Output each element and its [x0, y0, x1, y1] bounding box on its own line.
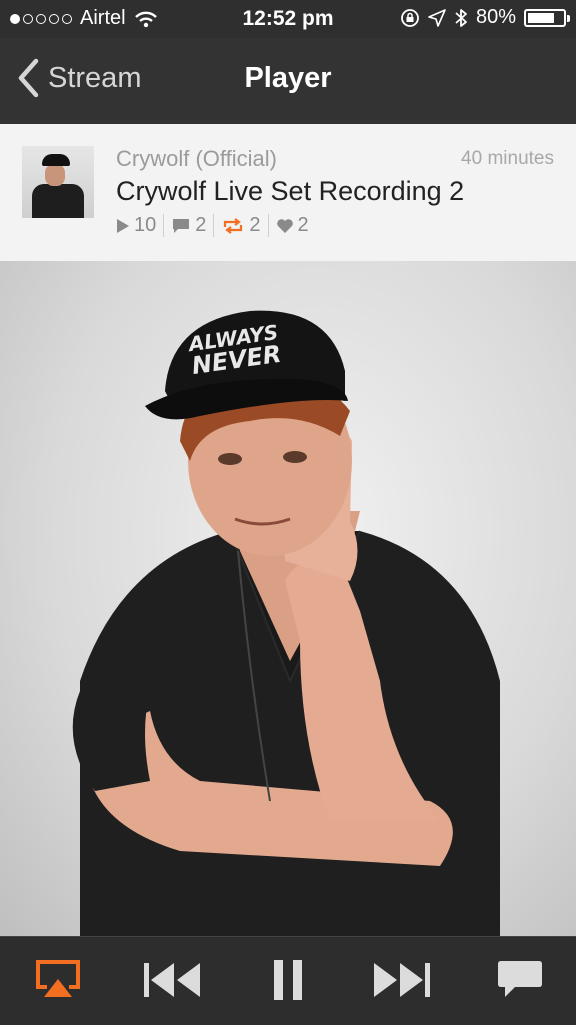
- navigation-bar: Stream Player: [0, 38, 576, 125]
- pause-icon: [274, 960, 302, 1000]
- next-track-icon: [374, 963, 430, 997]
- plays-count: 10: [134, 214, 157, 236]
- reposts-stat: 2: [214, 214, 269, 237]
- reposts-count: 2: [249, 214, 261, 236]
- status-bar: Airtel 12:52 pm 80%: [0, 0, 576, 38]
- comment-count-icon: [173, 218, 190, 233]
- plays-stat: 10: [116, 214, 165, 237]
- cap-logo: ALWAYS NEVER: [187, 320, 283, 380]
- location-arrow-icon: [428, 8, 446, 27]
- previous-track-icon: [144, 963, 200, 997]
- comments-stat: 2: [164, 214, 215, 237]
- track-header[interactable]: Crywolf (Official) 40 minutes Crywolf Li…: [0, 124, 576, 262]
- track-duration: 40 minutes: [461, 148, 554, 169]
- track-thumbnail[interactable]: [22, 146, 94, 218]
- previous-track-button[interactable]: [142, 953, 202, 1007]
- player-controls: [0, 936, 576, 1025]
- track-artist[interactable]: Crywolf (Official): [116, 146, 277, 172]
- status-right: 80%: [400, 6, 570, 29]
- heart-icon: [276, 218, 293, 233]
- track-stats: 10 2 2 2: [116, 214, 316, 237]
- likes-count: 2: [297, 214, 309, 236]
- pause-button[interactable]: [258, 953, 318, 1007]
- battery-percent: 80%: [475, 6, 516, 28]
- airplay-icon: [36, 960, 80, 997]
- comments-count: 2: [195, 214, 207, 236]
- bluetooth-icon: [455, 8, 467, 27]
- battery-icon: [524, 8, 570, 27]
- repost-icon: [224, 217, 243, 234]
- track-title: Crywolf Live Set Recording 2: [116, 176, 465, 206]
- artist-photo: [72, 310, 500, 936]
- comment-button[interactable]: [490, 953, 550, 1007]
- rotation-lock-icon: [401, 8, 419, 27]
- comment-icon: [498, 961, 542, 997]
- track-artwork: ALWAYS NEVER: [0, 261, 576, 936]
- airplay-button[interactable]: [28, 953, 88, 1007]
- next-track-button[interactable]: [372, 953, 432, 1007]
- likes-stat: 2: [269, 214, 316, 237]
- play-count-icon: [117, 218, 129, 233]
- page-title: Player: [244, 62, 332, 94]
